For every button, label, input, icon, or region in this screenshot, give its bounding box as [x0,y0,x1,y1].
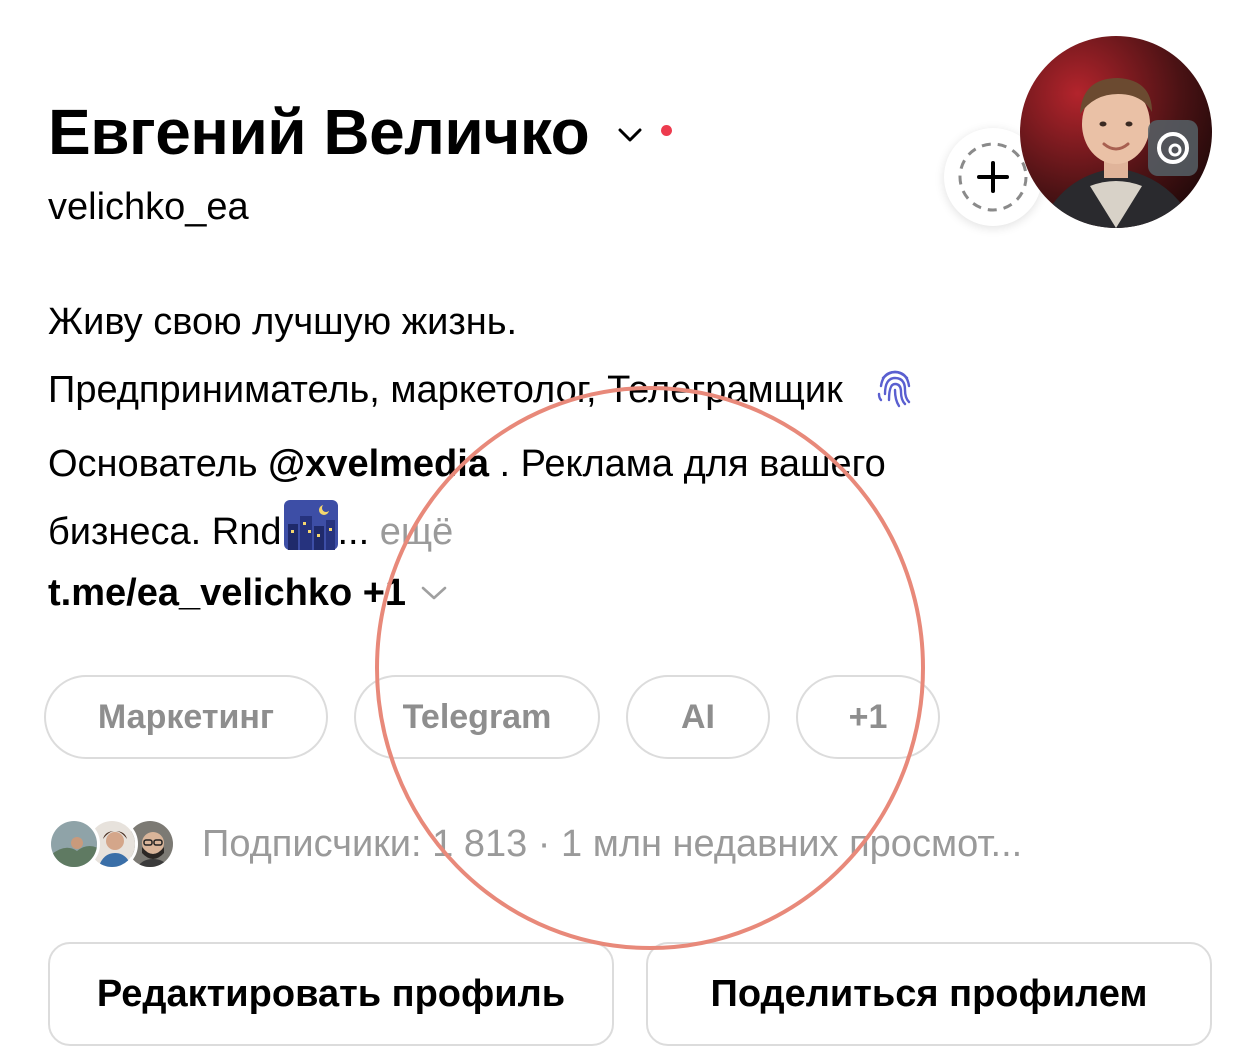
tag-chip[interactable]: AI [626,675,770,759]
bio-line-text: Основатель [48,443,269,485]
bio-line-text: бизнеса. Rnd [48,511,282,553]
tag-chip[interactable]: Telegram [354,675,600,759]
bio-line: Основатель @xvelmedia . Реклама для ваше… [48,430,1228,498]
profile-username: velichko_ea [48,186,249,228]
profile-link-text[interactable]: t.me/ea_velichko +1 [48,565,406,621]
tag-chip[interactable]: +1 [796,675,940,759]
mention-link[interactable]: @xvelmedia [268,443,489,485]
tag-chip[interactable]: Маркетинг [44,675,328,759]
share-profile-button[interactable]: Поделиться профилем [646,942,1212,1046]
profile-avatar[interactable] [1020,36,1212,228]
fingerprint-icon [873,362,917,430]
bio-ellipsis: ... [337,511,370,553]
night-city-icon [283,500,338,572]
profile-header: Евгений Величко [48,92,673,172]
profile-name: Евгений Величко [48,96,590,168]
chevron-down-icon[interactable] [617,122,643,148]
threads-icon [1148,120,1198,176]
follower-avatar [48,818,100,870]
followers-text: Подписчики: 1 813 · 1 млн недавних просм… [202,822,1023,865]
bio-line: Предприниматель, маркетолог, Телеграмщик [48,356,1228,430]
bio-line: Живу свою лучшую жизнь. [48,301,518,343]
interest-tags: Маркетинг Telegram AI +1 [44,675,966,759]
chevron-down-icon[interactable] [420,584,448,602]
profile-bio: Живу свою лучшую жизнь. Предприниматель,… [48,288,1228,572]
edit-profile-button[interactable]: Редактировать профиль [48,942,614,1046]
profile-link[interactable]: t.me/ea_velichko +1 [48,565,448,621]
red-dot-icon [661,124,673,136]
bio-line-text: Предприниматель, маркетолог, Телеграмщик [48,369,843,411]
bio-line-text: . Реклама для вашего [488,443,886,485]
followers-summary[interactable]: Подписчики: 1 813 · 1 млн недавних просм… [48,818,1022,870]
bio-more-link[interactable]: ещё [380,511,454,553]
bio-line: бизнеса. Rnd ... ещё [48,498,1228,572]
